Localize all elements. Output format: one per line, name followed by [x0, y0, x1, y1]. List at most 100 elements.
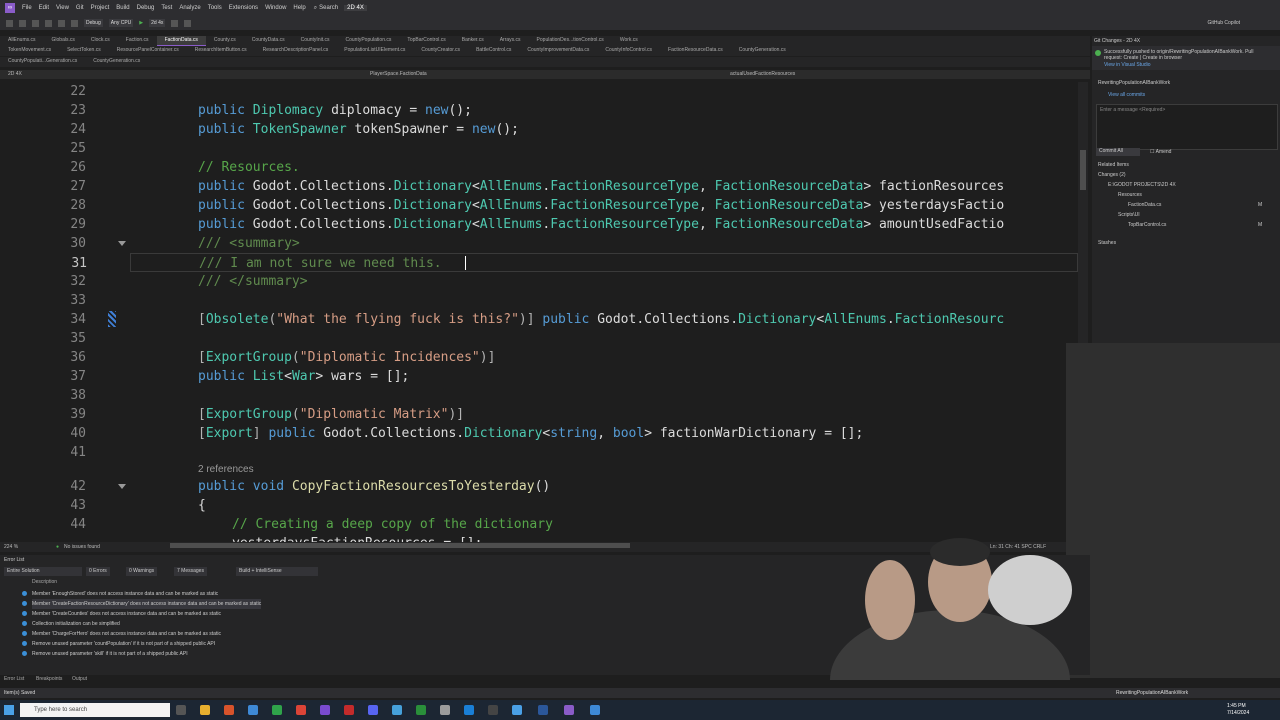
search-box[interactable]: ⌕ Search	[314, 5, 338, 12]
taskbar-search-input[interactable]: Type here to search	[20, 703, 170, 717]
config-dropdown[interactable]: Debug	[84, 19, 103, 27]
tab-countyinit[interactable]: CountyInit.cs	[293, 36, 338, 46]
menu-help[interactable]: Help	[293, 5, 305, 11]
undo-icon[interactable]	[58, 19, 65, 27]
code-editor[interactable]: 22 23 public Diplomacy diplomacy = new();…	[0, 82, 1090, 542]
tab-output[interactable]: Output	[72, 676, 87, 682]
fold-chevron-icon[interactable]	[118, 241, 126, 246]
app-icon[interactable]	[440, 705, 450, 715]
changed-file[interactable]: TopBarControl.cs	[1128, 222, 1166, 228]
tab-selecttoken[interactable]: SelectToken.cs	[59, 46, 109, 56]
error-list-row[interactable]: Member 'EnoughStored' does not access in…	[22, 589, 218, 599]
firefox-icon[interactable]	[224, 705, 234, 715]
tab-work[interactable]: Work.cs	[612, 36, 646, 46]
run-icon[interactable]: ▶	[139, 20, 143, 26]
tab-researchdescription[interactable]: ResearchDescriptionPanel.cs	[255, 46, 337, 56]
app-icon[interactable]	[344, 705, 354, 715]
menu-build[interactable]: Build	[116, 5, 129, 11]
app-icon[interactable]	[512, 705, 522, 715]
tab-countygeneration-2[interactable]: CountyGeneration.cs	[85, 57, 148, 67]
git-branch-status[interactable]: RewritingPopulationAIBankWork	[1116, 690, 1188, 696]
repo-path-node[interactable]: E:\GODOT PROJECTS\2D 4X	[1108, 182, 1176, 188]
warnings-filter[interactable]: 0 Warnings	[126, 567, 158, 576]
system-clock[interactable]: 1:45 PM 7/14/2024	[1227, 703, 1249, 717]
menu-file[interactable]: File	[22, 5, 32, 11]
folder-node[interactable]: Scripts\UI	[1118, 212, 1140, 218]
tab-arrays[interactable]: Arrays.cs	[492, 36, 529, 46]
view-all-commits-link[interactable]: View all commits	[1108, 92, 1145, 98]
task-view-icon[interactable]	[176, 705, 186, 715]
debug-icon[interactable]	[171, 19, 179, 27]
forward-icon[interactable]	[19, 19, 26, 27]
tab-factiondata[interactable]: FactionData.cs	[156, 36, 206, 46]
tab-clock[interactable]: Clock.cs	[83, 36, 118, 46]
nav-member-dropdown[interactable]: actualUsedFactionResources	[730, 71, 795, 77]
tab-populationdes[interactable]: PopulationDes...tionControl.cs	[529, 36, 612, 46]
editor-horizontal-scrollbar[interactable]	[170, 543, 630, 548]
save-all-icon[interactable]	[45, 19, 52, 27]
back-icon[interactable]	[6, 19, 13, 27]
hot-reload-icon[interactable]	[184, 19, 192, 27]
tab-countypopulation[interactable]: CountyPopulation.cs	[338, 36, 400, 46]
tab-countyinfocontrol[interactable]: CountyInfoControl.cs	[597, 46, 660, 56]
tab-error-list[interactable]: Error List	[4, 676, 24, 682]
errors-filter[interactable]: 0 Errors	[86, 567, 110, 576]
editor-scroll-thumb[interactable]	[1080, 150, 1086, 190]
tab-factionresourcedata[interactable]: FactionResourceData.cs	[660, 46, 731, 56]
app-icon[interactable]	[392, 705, 402, 715]
amend-checkbox[interactable]: ☐ Amend	[1150, 149, 1171, 155]
menu-tools[interactable]: Tools	[208, 5, 222, 11]
chrome-icon[interactable]	[296, 705, 306, 715]
tab-battlecontrol[interactable]: BattleControl.cs	[468, 46, 519, 56]
tab-globals[interactable]: Globals.cs	[44, 36, 83, 46]
app-icon[interactable]	[320, 705, 330, 715]
app-icon[interactable]	[272, 705, 282, 715]
tab-countyimprovement[interactable]: CountyImprovementData.cs	[519, 46, 597, 56]
menu-test[interactable]: Test	[161, 5, 172, 11]
error-list-row[interactable]: Collection initialization can be simplif…	[22, 619, 120, 629]
stashes-section[interactable]: Stashes	[1098, 240, 1116, 246]
tab-allenums[interactable]: AllEnums.cs	[0, 36, 44, 46]
word-icon[interactable]	[538, 705, 548, 715]
tab-countydata[interactable]: CountyData.cs	[244, 36, 293, 46]
commit-all-button[interactable]: Commit All	[1096, 148, 1140, 156]
folder-node[interactable]: Resources	[1118, 192, 1142, 198]
tab-breakpoints[interactable]: Breakpoints	[36, 676, 62, 682]
tab-faction[interactable]: Faction.cs	[118, 36, 157, 46]
messages-filter[interactable]: 7 Messages	[174, 567, 207, 576]
error-list-row[interactable]: Member 'CreateCounties' does not access …	[22, 609, 221, 619]
tab-countycreator[interactable]: CountyCreator.cs	[413, 46, 468, 56]
github-copilot-button[interactable]: GitHub Copilot	[1207, 20, 1240, 26]
app-icon[interactable]	[590, 705, 600, 715]
save-icon[interactable]	[32, 19, 39, 27]
description-column-header[interactable]: Description	[32, 579, 57, 585]
app-icon[interactable]	[248, 705, 258, 715]
app-icon[interactable]	[416, 705, 426, 715]
commit-message-input[interactable]: Enter a message <Required>	[1096, 104, 1278, 150]
tab-banker[interactable]: Banker.cs	[454, 36, 492, 46]
nav-project-dropdown[interactable]: 2D 4X	[8, 71, 22, 77]
changed-file[interactable]: FactionData.cs	[1128, 202, 1161, 208]
redo-icon[interactable]	[71, 19, 78, 27]
issues-indicator[interactable]: No issues found	[64, 544, 100, 550]
menu-view[interactable]: View	[56, 5, 69, 11]
menu-window[interactable]: Window	[265, 5, 286, 11]
zoom-level[interactable]: 224 %	[4, 544, 18, 550]
error-list-row[interactable]: Remove unused parameter 'countPopulation…	[22, 639, 215, 649]
run-target-button[interactable]: 2d 4x	[149, 19, 166, 27]
tab-topbarcontrol[interactable]: TopBarControl.cs	[399, 36, 453, 46]
error-list-row[interactable]: Member 'CreateFactionResourceDictionary'…	[22, 599, 262, 609]
app-icon[interactable]	[488, 705, 498, 715]
view-in-vs-link[interactable]: View in Visual Studio	[1104, 62, 1151, 68]
tab-researchitembutton[interactable]: ResearchItemButton.cs	[187, 46, 255, 56]
scope-dropdown[interactable]: Entire Solution	[4, 567, 82, 576]
menu-extensions[interactable]: Extensions	[229, 5, 258, 11]
branch-dropdown[interactable]: RewritingPopulationAIBankWork	[1098, 80, 1170, 86]
tab-countygeneration[interactable]: CountyGeneration.cs	[731, 46, 794, 56]
platform-dropdown[interactable]: Any CPU	[108, 19, 134, 27]
windows-start-icon[interactable]	[4, 705, 14, 715]
fold-chevron-icon[interactable]	[118, 484, 126, 489]
menu-project[interactable]: Project	[91, 5, 110, 11]
tab-tokenmovement[interactable]: TokenMovement.cs	[0, 46, 59, 56]
changes-section[interactable]: Changes (2)	[1098, 172, 1126, 178]
